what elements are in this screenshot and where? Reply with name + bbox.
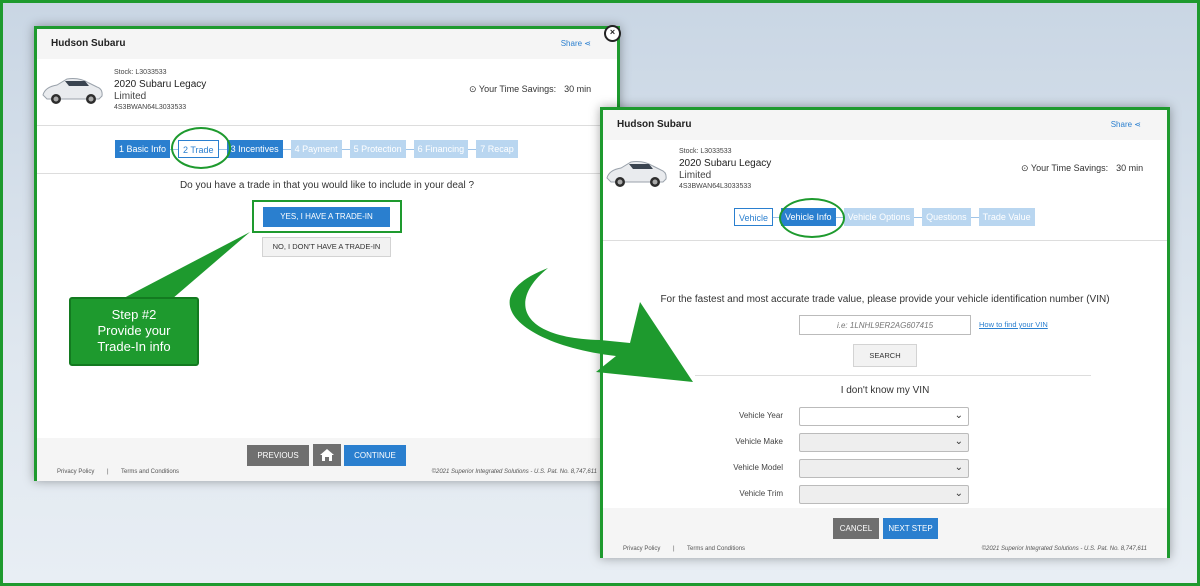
right-header: Hudson Subaru Share ⋖ (603, 110, 1167, 140)
clock-icon: ⊙ (1021, 163, 1029, 173)
step-1[interactable]: 1 Basic Info (115, 140, 171, 158)
vehicle-vin: 4S3BWAN64L3033533 (679, 183, 752, 190)
callout-line-1: Step #2 (111, 307, 157, 322)
step-connector (405, 148, 414, 150)
car-image (606, 161, 667, 187)
privacy-link[interactable]: Privacy Policy (57, 469, 94, 475)
footer-separator: | (107, 469, 109, 475)
callout-line-2: Provide your (97, 323, 171, 338)
cancel-button[interactable]: CANCEL (833, 518, 879, 539)
step-callout: Step #2 Provide your Trade-In info (69, 297, 199, 366)
step-6[interactable]: 6 Financing (413, 140, 469, 158)
vehicle-model: 2020 Subaru Legacy (114, 79, 207, 90)
vehicle-trim: Limited (679, 170, 712, 181)
step-5[interactable]: 5 Protection (349, 140, 406, 158)
step-7[interactable]: 7 Recap (476, 140, 518, 158)
previous-button[interactable]: PREVIOUS (247, 445, 309, 466)
copyright-text: ©2021 Superior Integrated Solutions - U.… (981, 546, 1147, 552)
step-4[interactable]: Questions (922, 208, 971, 226)
yes-trade-in-button[interactable]: YES, I HAVE A TRADE-IN (263, 207, 390, 227)
field-label: Vehicle Model (733, 463, 783, 472)
how-to-find-vin-link[interactable]: How to find your VIN (979, 320, 1048, 329)
stock-number: Stock: L3033533 (114, 69, 167, 76)
trade-step-highlight (171, 127, 231, 169)
vehicle-info-highlight (779, 198, 845, 238)
step-connector (468, 148, 477, 150)
vehicle-summary: Stock: L3033533 2020 Subaru Legacy Limit… (603, 140, 1167, 241)
vehicle-select-1[interactable]: ⌄ (799, 407, 969, 426)
time-savings: ⊙ Your Time Savings: 30 min (1021, 163, 1144, 173)
footer-separator: | (673, 546, 675, 552)
share-icon: ⋖ (1134, 120, 1141, 129)
step-1[interactable]: Vehicle (734, 208, 774, 226)
left-header: Hudson Subaru Share ⋖ × (37, 25, 621, 59)
step-connector (282, 148, 291, 150)
vin-prompt: For the fastest and most accurate trade … (660, 294, 1110, 305)
clock-icon: ⊙ (469, 84, 477, 94)
terms-link[interactable]: Terms and Conditions (687, 546, 745, 552)
share-link[interactable]: Share ⋖ (1111, 120, 1141, 129)
step-connector (341, 148, 350, 150)
vehicle-summary: Stock: L3033533 2020 Subaru Legacy Limit… (37, 59, 617, 126)
close-icon[interactable]: × (604, 25, 621, 42)
dealer-name: Hudson Subaru (617, 119, 692, 130)
stock-number: Stock: L3033533 (679, 148, 732, 155)
right-trade-panel: Hudson Subaru Share ⋖ Stock: L3033533 20… (600, 107, 1170, 558)
home-icon (320, 449, 334, 461)
field-label: Vehicle Make (735, 437, 783, 446)
share-icon: ⋖ (584, 39, 591, 48)
field-label: Vehicle Trim (739, 489, 783, 498)
share-link[interactable]: Share ⋖ (561, 39, 591, 48)
savings-value: 30 min (1116, 163, 1144, 173)
vehicle-model: 2020 Subaru Legacy (679, 158, 772, 169)
trade-question: Do you have a trade in that you would li… (179, 180, 475, 191)
search-button[interactable]: SEARCH (853, 344, 917, 367)
dont-know-vin-heading: I don't know my VIN (840, 385, 930, 396)
step-5[interactable]: Trade Value (978, 208, 1035, 226)
field-label: Vehicle Year (738, 411, 783, 420)
step-connector (970, 216, 979, 218)
divider (37, 173, 617, 174)
next-step-button[interactable]: NEXT STEP (883, 518, 938, 539)
savings-value: 30 min (564, 84, 592, 94)
step-3[interactable]: Vehicle Options (843, 208, 915, 226)
vehicle-select-3[interactable]: ⌄ (799, 459, 969, 478)
continue-button[interactable]: CONTINUE (344, 445, 406, 466)
vin-input[interactable] (799, 315, 971, 335)
terms-link[interactable]: Terms and Conditions (121, 469, 179, 475)
left-footer: PREVIOUS CONTINUE Privacy Policy | Terms… (37, 438, 617, 481)
vehicle-trim: Limited (114, 91, 147, 102)
step-4[interactable]: 4 Payment (290, 140, 342, 158)
copyright-text: ©2021 Superior Integrated Solutions - U.… (431, 469, 597, 475)
vehicle-select-4[interactable]: ⌄ (799, 485, 969, 504)
chevron-down-icon: ⌄ (954, 410, 963, 421)
chevron-down-icon: ⌄ (954, 462, 963, 473)
divider (695, 375, 1091, 376)
home-button[interactable] (313, 444, 341, 466)
chevron-down-icon: ⌄ (954, 436, 963, 447)
left-deal-panel: Hudson Subaru Share ⋖ × Stock: L3033533 … (34, 25, 621, 481)
dealer-name: Hudson Subaru (51, 38, 126, 49)
privacy-link[interactable]: Privacy Policy (623, 546, 660, 552)
vehicle-select-2[interactable]: ⌄ (799, 433, 969, 452)
chevron-down-icon: ⌄ (954, 488, 963, 499)
vehicle-vin: 4S3BWAN64L3033533 (114, 104, 187, 111)
right-footer: CANCEL NEXT STEP Privacy Policy | Terms … (603, 508, 1167, 558)
time-savings: ⊙ Your Time Savings: 30 min (469, 84, 592, 94)
car-image (42, 78, 103, 104)
step-connector (914, 216, 923, 218)
step-3[interactable]: 3 Incentives (226, 140, 283, 158)
callout-line-3: Trade-In info (97, 339, 171, 354)
no-trade-in-button[interactable]: NO, I DON'T HAVE A TRADE-IN (262, 237, 391, 257)
